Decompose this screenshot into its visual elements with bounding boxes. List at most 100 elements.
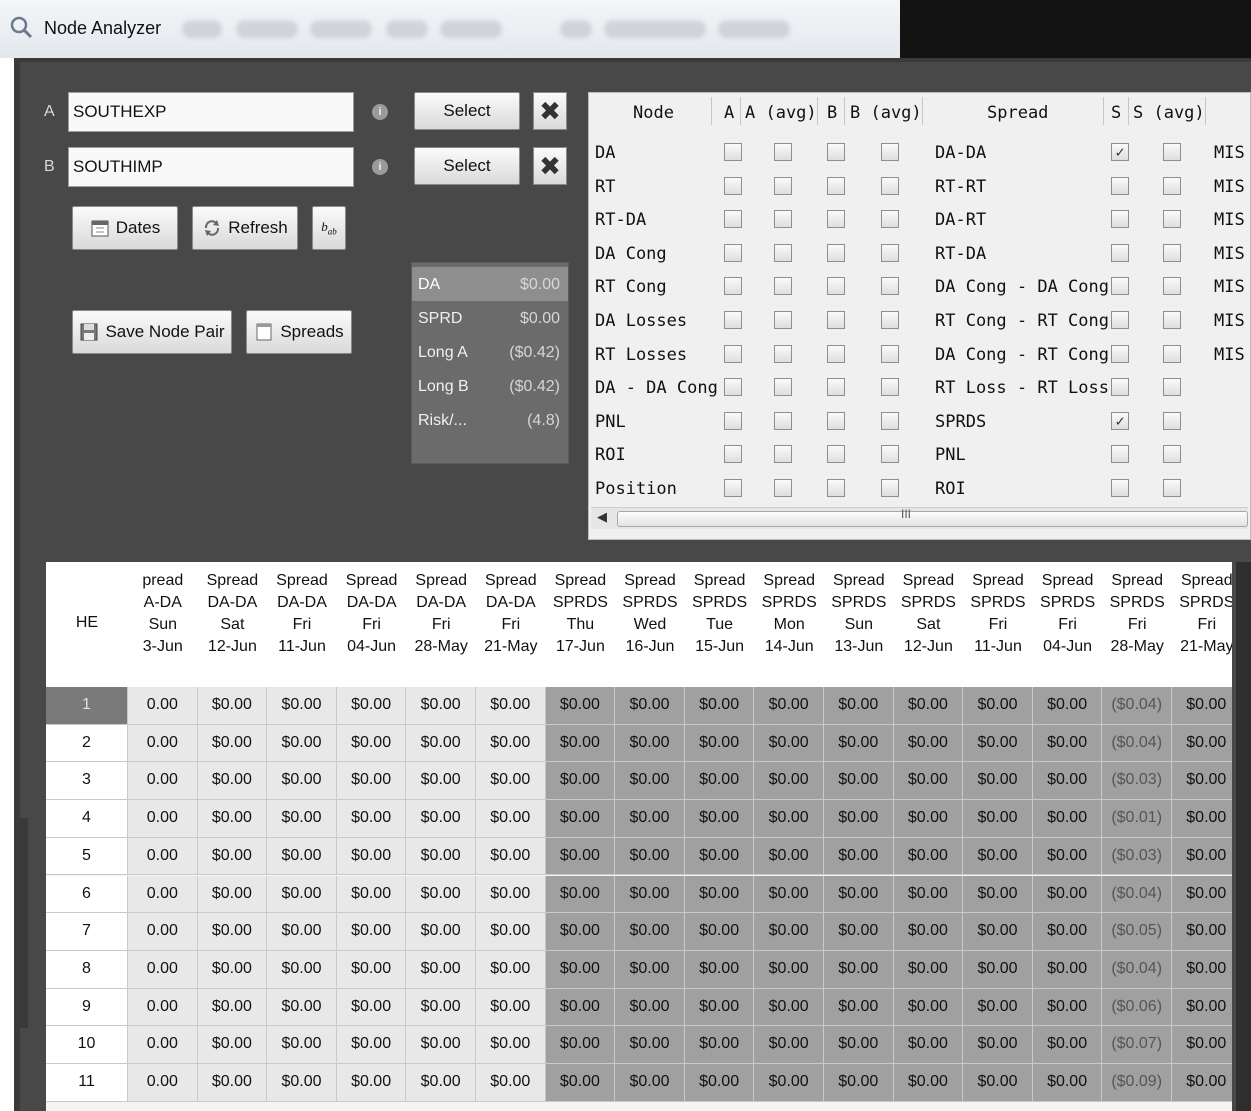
table-cell[interactable]: $0.00 xyxy=(267,1026,337,1064)
spreads-button[interactable]: Spreads xyxy=(246,310,352,354)
b-avg-checkbox[interactable] xyxy=(881,378,899,397)
table-cell[interactable]: $0.00 xyxy=(197,913,268,951)
table-cell[interactable]: $0.00 xyxy=(684,875,755,914)
b-checkbox[interactable] xyxy=(827,479,845,497)
column-header[interactable]: Spread DA-DA Fri 21-May xyxy=(476,570,546,685)
a-avg-checkbox[interactable] xyxy=(774,143,792,161)
a-checkbox[interactable] xyxy=(724,143,742,161)
table-cell[interactable]: $0.00 xyxy=(476,1064,546,1102)
table-cell[interactable]: $0.00 xyxy=(963,687,1033,725)
table-cell[interactable]: $0.00 xyxy=(1032,950,1103,989)
table-cell[interactable]: $0.00 xyxy=(406,913,476,951)
b-avg-checkbox[interactable] xyxy=(881,445,899,464)
a-checkbox[interactable] xyxy=(724,479,742,497)
table-cell[interactable]: $0.00 xyxy=(267,1064,337,1102)
table-cell[interactable]: $0.00 xyxy=(545,1026,616,1064)
row-header-he[interactable]: 1 xyxy=(46,687,128,725)
a-avg-checkbox[interactable] xyxy=(774,311,792,329)
table-cell[interactable]: $0.00 xyxy=(684,800,755,838)
table-cell[interactable]: $0.00 xyxy=(963,800,1033,838)
table-cell[interactable]: $0.00 xyxy=(1032,988,1103,1027)
table-cell[interactable]: $0.00 xyxy=(963,724,1033,763)
table-cell[interactable]: $0.00 xyxy=(615,950,685,989)
table-cell[interactable]: $0.00 xyxy=(1172,724,1232,763)
column-header[interactable]: Spread SPRDS Fri 21-May xyxy=(1172,570,1232,685)
table-row[interactable]: 1 0.00 $0.00 $0.00 $0.00 $0.00 $0.00 $0.00 $0.00… xyxy=(46,687,1232,725)
row-header-he[interactable]: 9 xyxy=(46,988,128,1027)
column-header[interactable]: Spread SPRDS Fri 11-Jun xyxy=(963,570,1033,685)
column-header[interactable]: Spread DA-DA Sat 12-Jun xyxy=(198,570,268,685)
b-avg-checkbox[interactable] xyxy=(881,143,899,161)
table-cell[interactable]: $0.00 xyxy=(545,988,616,1027)
table-cell[interactable]: $0.00 xyxy=(754,687,824,725)
table-cell[interactable]: 0.00 xyxy=(128,875,198,914)
table-cell[interactable]: $0.00 xyxy=(1172,950,1232,989)
table-cell[interactable]: $0.00 xyxy=(476,1026,546,1064)
table-cell[interactable]: $0.00 xyxy=(545,1064,616,1102)
b-checkbox[interactable] xyxy=(827,277,845,296)
column-header[interactable]: Spread SPRDS Fri 04-Jun xyxy=(1033,570,1103,685)
table-cell[interactable]: 0.00 xyxy=(128,800,198,838)
table-cell[interactable]: $0.00 xyxy=(1172,1064,1232,1102)
table-cell[interactable]: $0.00 xyxy=(197,1026,268,1064)
table-cell[interactable]: $0.00 xyxy=(476,724,546,763)
node-a-input[interactable]: SOUTHEXP xyxy=(68,92,354,132)
table-cell[interactable]: $0.00 xyxy=(406,875,476,914)
table-cell[interactable]: $0.00 xyxy=(824,913,894,951)
table-cell[interactable]: $0.00 xyxy=(406,724,476,763)
s-checkbox-checked[interactable]: ✓ xyxy=(1111,411,1129,430)
table-cell[interactable]: $0.00 xyxy=(197,800,268,838)
table-cell[interactable]: $0.00 xyxy=(336,950,407,989)
s-avg-checkbox[interactable] xyxy=(1163,411,1181,430)
b-avg-checkbox[interactable] xyxy=(881,243,899,262)
s-checkbox-checked[interactable]: ✓ xyxy=(1111,143,1129,161)
table-cell[interactable]: $0.00 xyxy=(406,800,476,838)
a-checkbox[interactable] xyxy=(724,277,742,296)
table-cell[interactable]: $0.00 xyxy=(824,1026,894,1064)
a-avg-checkbox[interactable] xyxy=(774,344,792,363)
table-cell[interactable]: 0.00 xyxy=(128,762,198,801)
table-cell[interactable]: $0.00 xyxy=(615,913,685,951)
node-b-info-icon[interactable]: i xyxy=(372,159,388,175)
b-checkbox[interactable] xyxy=(827,210,845,229)
table-cell[interactable]: $0.00 xyxy=(476,913,546,951)
table-cell[interactable]: $0.00 xyxy=(1032,724,1103,763)
table-cell[interactable]: $0.00 xyxy=(824,875,894,914)
table-cell[interactable]: $0.00 xyxy=(336,762,407,801)
table-cell[interactable]: $0.00 xyxy=(267,687,337,725)
table-cell[interactable]: $0.00 xyxy=(545,950,616,989)
table-cell[interactable]: $0.00 xyxy=(476,762,546,801)
save-node-pair-button[interactable]: Save Node Pair xyxy=(72,310,232,354)
a-checkbox[interactable] xyxy=(724,411,742,430)
table-cell[interactable]: $0.00 xyxy=(754,762,824,801)
table-cell[interactable]: ($0.05) xyxy=(1102,913,1172,951)
column-header[interactable]: Spread DA-DA Fri 28-May xyxy=(406,570,476,685)
table-cell[interactable]: $0.00 xyxy=(267,724,337,763)
table-cell[interactable]: $0.00 xyxy=(963,875,1033,914)
row-header-he[interactable]: 6 xyxy=(46,875,128,914)
s-checkbox[interactable] xyxy=(1111,479,1129,497)
s-checkbox[interactable] xyxy=(1111,210,1129,229)
row-header-he[interactable]: 2 xyxy=(46,724,128,763)
b-avg-checkbox[interactable] xyxy=(881,176,899,195)
s-checkbox[interactable] xyxy=(1111,176,1129,195)
table-cell[interactable]: $0.00 xyxy=(197,687,268,725)
table-cell[interactable]: $0.00 xyxy=(267,800,337,838)
table-row[interactable]: 10 0.00 $0.00 $0.00 $0.00 $0.00 $0.00 $0.00 $0.0… xyxy=(46,1026,1232,1064)
table-cell[interactable]: $0.00 xyxy=(336,687,407,725)
table-cell[interactable]: $0.00 xyxy=(267,913,337,951)
table-cell[interactable]: $0.00 xyxy=(197,988,268,1027)
table-cell[interactable]: $0.00 xyxy=(615,762,685,801)
table-cell[interactable]: $0.00 xyxy=(336,1064,407,1102)
table-cell[interactable]: $0.00 xyxy=(336,913,407,951)
s-avg-checkbox[interactable] xyxy=(1163,445,1181,464)
table-cell[interactable]: $0.00 xyxy=(893,724,964,763)
a-checkbox[interactable] xyxy=(724,344,742,363)
table-cell[interactable]: $0.00 xyxy=(963,913,1033,951)
table-cell[interactable]: $0.00 xyxy=(336,875,407,914)
table-cell[interactable]: $0.00 xyxy=(1172,762,1232,801)
table-cell[interactable]: ($0.04) xyxy=(1102,875,1172,914)
table-cell[interactable]: $0.00 xyxy=(893,913,964,951)
table-cell[interactable]: $0.00 xyxy=(684,1026,755,1064)
a-avg-checkbox[interactable] xyxy=(774,243,792,262)
